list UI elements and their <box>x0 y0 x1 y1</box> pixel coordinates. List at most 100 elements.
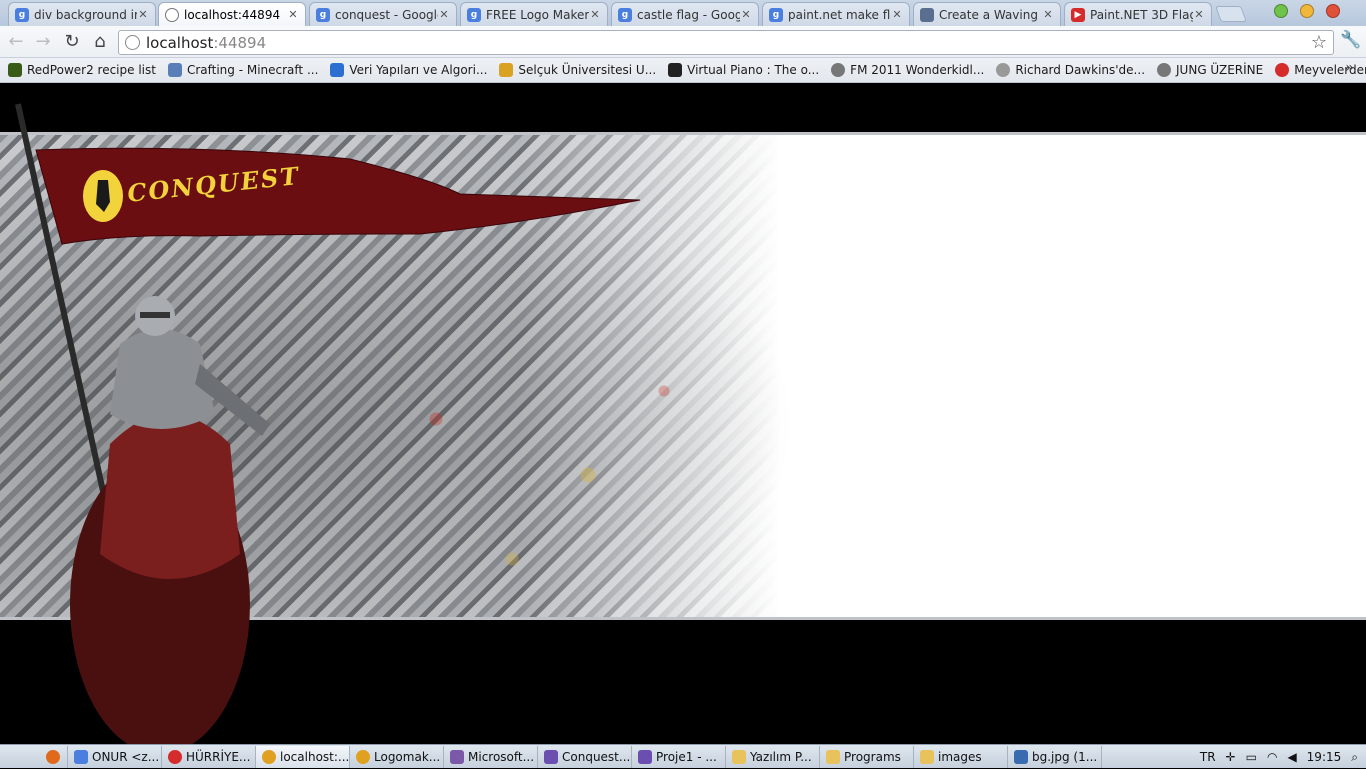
google-favicon-icon: g <box>316 7 330 22</box>
firefox-icon[interactable] <box>40 745 68 768</box>
close-icon[interactable]: ✕ <box>438 8 450 21</box>
bookmark-item[interactable]: Crafting - Minecraft ... <box>167 63 319 77</box>
taskbar-label: localhost:... <box>280 749 350 764</box>
taskbar-item[interactable]: localhost:... <box>256 745 350 768</box>
flag-cloth <box>35 147 641 245</box>
taskbar-label: HÜRRİYE... <box>186 749 251 764</box>
os-taskbar: ONUR <z... HÜRRİYE... localhost:... Logo… <box>0 744 1366 768</box>
google-favicon-icon: g <box>15 7 29 22</box>
start-apple-icon[interactable] <box>0 745 40 769</box>
bookmarks-bar: RedPower2 recipe list Crafting - Minecra… <box>0 58 1366 83</box>
tab-7[interactable]: Create a Waving Fla ✕ <box>913 2 1061 26</box>
taskbar-item[interactable]: Programs <box>820 745 914 768</box>
taskbar-label: images <box>938 749 982 764</box>
taskbar-label: Microsoft... <box>468 749 535 764</box>
forward-button[interactable]: → <box>31 30 55 54</box>
google-favicon-icon: g <box>467 7 481 22</box>
close-icon[interactable]: ✕ <box>287 8 299 21</box>
pennant-flag <box>35 147 641 245</box>
tab-6[interactable]: g paint.net make flag ✕ <box>762 2 910 26</box>
close-icon[interactable]: ✕ <box>740 8 752 21</box>
more-bookmarks-icon[interactable]: » <box>1345 60 1354 76</box>
address-host: localhost <box>146 33 214 52</box>
google-favicon-icon: g <box>769 7 783 22</box>
firefox-logo-icon <box>46 749 60 764</box>
bookmark-item[interactable]: JUNG ÜZERİNE <box>1157 63 1263 77</box>
tab-1[interactable]: g div background im ✕ <box>8 2 156 26</box>
bookmark-icon <box>167 63 182 77</box>
maximize-button[interactable] <box>1300 4 1314 18</box>
crosshair-icon[interactable]: ✛ <box>1226 750 1236 764</box>
taskbar-item[interactable]: Proje1 - ... <box>632 745 726 768</box>
wifi-icon[interactable]: ◠ <box>1267 750 1277 764</box>
language-indicator[interactable]: TR <box>1200 750 1216 764</box>
taskbar-item[interactable]: Logomak... <box>350 745 444 768</box>
close-icon[interactable]: ✕ <box>589 8 601 21</box>
star-icon[interactable]: ☆ <box>1311 32 1327 53</box>
close-icon[interactable]: ✕ <box>891 8 903 21</box>
system-tray: TR ✛ ▭ ◠ ◀ 19:15 ⌕ <box>1200 745 1358 769</box>
reload-button[interactable]: ↻ <box>60 30 84 54</box>
taskbar-item[interactable]: HÜRRİYE... <box>162 745 256 768</box>
clock[interactable]: 19:15 <box>1307 750 1342 764</box>
tab-title: localhost:44894 <box>184 7 281 22</box>
close-icon[interactable]: ✕ <box>137 8 149 21</box>
visual-studio-icon <box>544 749 558 764</box>
wrench-menu-icon[interactable]: 🔧 <box>1340 30 1361 50</box>
bookmark-label: RedPower2 recipe list <box>27 63 156 77</box>
globe-icon <box>165 7 179 22</box>
tab-3[interactable]: g conquest - Google ✕ <box>309 2 457 26</box>
bookmark-label: Selçuk Üniversitesi U... <box>518 63 657 77</box>
bookmark-item[interactable]: Veri Yapıları ve Algori... <box>330 63 487 77</box>
minimize-button[interactable] <box>1274 4 1288 18</box>
taskbar-item[interactable]: Microsoft... <box>444 745 538 768</box>
close-icon[interactable]: ✕ <box>1193 8 1205 21</box>
bookmark-icon <box>8 63 22 77</box>
app-icon <box>450 749 464 764</box>
taskbar-item[interactable]: Yazılım P... <box>726 745 820 768</box>
close-icon[interactable]: ✕ <box>1042 8 1054 21</box>
battle-banners <box>360 335 740 615</box>
tab-4[interactable]: g FREE Logo Maker - ✕ <box>460 2 608 26</box>
bookmark-item[interactable]: RedPower2 recipe list <box>8 63 156 77</box>
tab-5[interactable]: g castle flag - Google ✕ <box>611 2 759 26</box>
address-bar[interactable]: localhost :44894 ☆ <box>118 30 1334 55</box>
taskbar-item[interactable]: bg.jpg (1... <box>1008 745 1102 768</box>
taskbar-item[interactable]: images <box>914 745 1008 768</box>
page-content: CONQUEST <box>0 84 1366 744</box>
image-file-icon <box>1014 749 1028 764</box>
chrome-icon <box>168 749 182 764</box>
taskbar-label: Programs <box>844 749 901 764</box>
bookmark-icon <box>1157 63 1172 77</box>
bookmark-item[interactable]: Virtual Piano : The o... <box>668 63 819 77</box>
horse-caparison <box>100 414 240 579</box>
taskbar-label: ONUR <z... <box>92 749 160 764</box>
tab-8[interactable]: ▶ Paint.NET 3D Flag T ✕ <box>1064 2 1212 26</box>
bookmark-icon <box>499 63 514 77</box>
back-button[interactable]: ← <box>4 30 28 54</box>
tab-title: conquest - Google <box>335 7 438 22</box>
tab-title: Create a Waving Fla <box>939 7 1042 22</box>
helmet-visor <box>140 312 170 318</box>
bookmark-label: FM 2011 Wonderkidl... <box>850 63 985 77</box>
bookmark-item[interactable]: Selçuk Üniversitesi U... <box>499 63 656 77</box>
battery-icon[interactable]: ▭ <box>1246 750 1257 764</box>
bookmark-item[interactable]: FM 2011 Wonderkidl... <box>831 63 984 77</box>
tab-2[interactable]: localhost:44894 ✕ <box>158 2 306 26</box>
search-icon[interactable]: ⌕ <box>1351 750 1358 765</box>
home-button[interactable]: ⌂ <box>88 30 112 54</box>
taskbar-label: Conquest... <box>562 749 631 764</box>
close-window-button[interactable] <box>1326 4 1340 18</box>
youtube-icon: ▶ <box>1071 7 1085 22</box>
taskbar-item[interactable]: Conquest... <box>538 745 632 768</box>
bookmark-item[interactable]: Richard Dawkins'de... <box>996 63 1145 77</box>
bookmark-icon <box>1275 63 1290 77</box>
taskbar-item[interactable]: ONUR <z... <box>68 745 162 768</box>
tab-strip: g div background im ✕ localhost:44894 ✕ … <box>0 0 1366 26</box>
bookmark-label: Crafting - Minecraft ... <box>186 63 319 77</box>
taskbar-label: Logomak... <box>374 749 441 764</box>
tab-title: FREE Logo Maker - <box>486 7 589 22</box>
folder-icon <box>732 749 746 764</box>
new-tab-button[interactable] <box>1215 6 1247 22</box>
volume-icon[interactable]: ◀ <box>1287 750 1296 764</box>
